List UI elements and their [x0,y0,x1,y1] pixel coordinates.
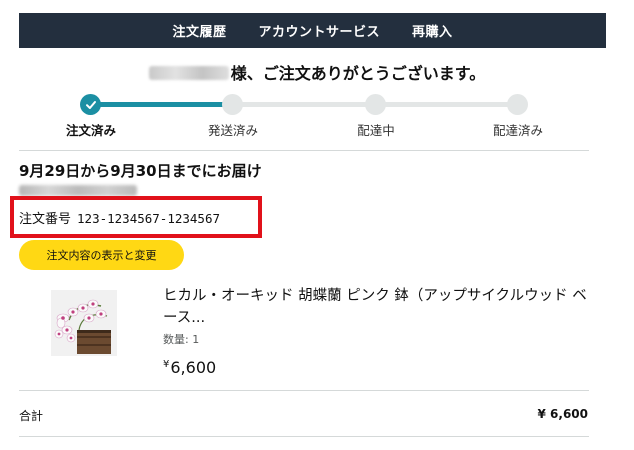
orchid-image [51,290,117,356]
tracker-progress-line [90,102,233,107]
step-delivered-dot [507,94,528,115]
divider [19,150,589,151]
price-amount: 6,600 [170,358,217,377]
checkmark-icon [85,100,96,109]
top-navigation: 注文履歴 アカウントサービス 再購入 [19,13,606,48]
product-price: ¥6,600 [163,358,216,377]
order-number-row: 注文番号 123-1234567-1234567 [19,208,220,227]
total-value: ¥ 6,600 [537,407,588,421]
step-in-transit-dot [365,94,386,115]
nav-order-history[interactable]: 注文履歴 [172,21,226,40]
redacted-recipient [19,185,137,196]
step-shipped-dot [222,94,243,115]
price-currency: ¥ [163,359,170,370]
thank-you-text: 様、ご注文ありがとうございます。 [230,64,486,83]
redacted-customer-name [148,66,229,80]
nav-buy-again[interactable]: 再購入 [412,21,453,40]
order-number-label: 注文番号 [19,212,72,227]
step-in-transit-label: 配達中 [357,123,395,138]
divider [19,436,589,437]
step-ordered-label: 注文済み [65,123,116,138]
order-number-value: 123-1234567-1234567 [77,211,221,226]
delivery-estimate: 9月29日から9月30日までにお届け [19,162,262,180]
total-label: 合計 [19,409,44,423]
thank-you-heading: 様、ご注文ありがとうございます。 [0,60,634,84]
step-delivered-label: 配達済み [492,123,543,138]
product-image[interactable] [51,290,117,356]
nav-account-service[interactable]: アカウントサービス [258,21,380,40]
divider [19,390,589,391]
product-title-link[interactable]: ヒカル・オーキッド 胡蝶蘭 ピンク 鉢（アップサイクルウッド ベース... [163,285,588,329]
view-edit-order-button[interactable]: 注文内容の表示と変更 [19,240,184,270]
step-shipped-label: 発送済み [207,123,258,138]
product-quantity: 数量: 1 [163,333,200,346]
shipment-tracker: 注文済み 発送済み 配達中 配達済み [0,90,634,140]
step-ordered-dot [80,94,101,115]
